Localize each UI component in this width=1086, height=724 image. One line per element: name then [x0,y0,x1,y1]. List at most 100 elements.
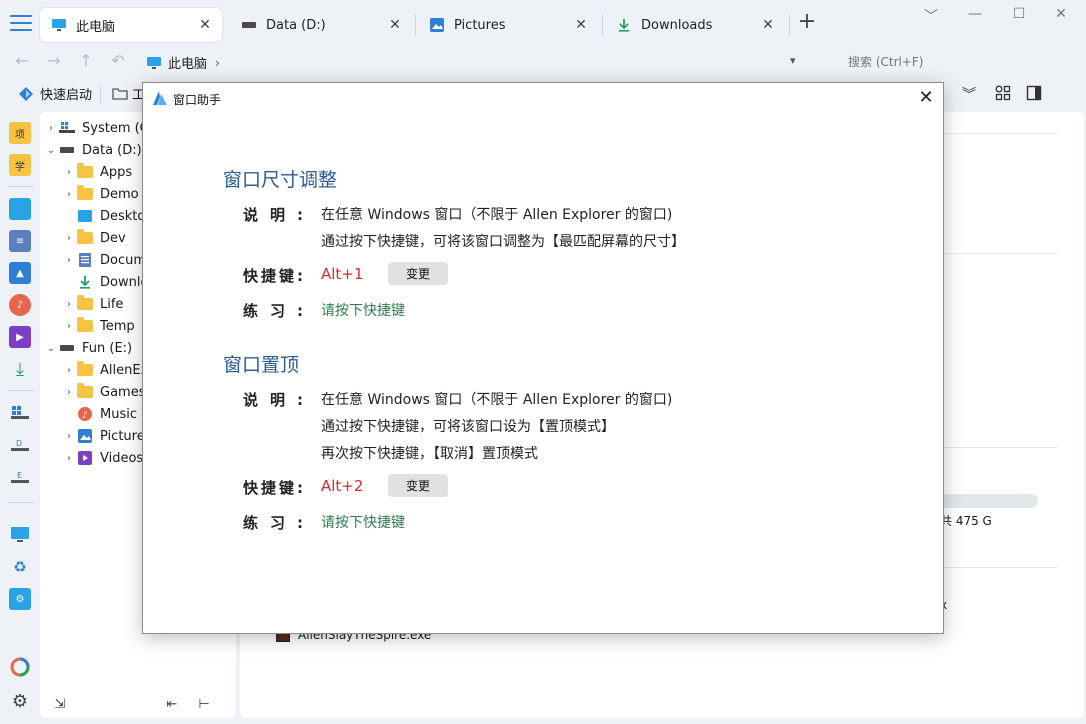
collapse-button[interactable]: ﹀ [916,6,946,28]
svg-text:D: D [16,439,22,448]
hotkey-value: Alt+1 [321,265,364,283]
close-window-button[interactable]: ✕ [1046,6,1076,28]
indent-icon[interactable]: ⇤ [162,695,182,713]
recycle-bin-icon[interactable]: ♻ [9,556,31,578]
close-icon[interactable]: ✕ [388,17,402,33]
app-logo-icon [153,91,167,105]
folder-icon [76,229,94,245]
toolbar-divider [100,86,101,104]
folder-icon [76,163,94,179]
disk-capacity-text: 共 475 G [940,514,992,528]
chevron-right-icon[interactable]: › [62,387,76,398]
hotkey-label: 快捷键: [243,267,303,285]
change-hotkey-button[interactable]: 变更 [388,474,448,497]
windows-drive-icon[interactable] [9,402,31,424]
forward-arrow-icon[interactable]: → [44,51,64,71]
quick-access-column: 项 学 ≡ ▲ ♪ ▶ ⤓ D E ♻ ⚙ ⚙ [0,112,40,724]
chevron-right-icon[interactable]: › [62,431,76,442]
row-divider [940,567,1058,568]
fun-drive-icon[interactable]: E [9,466,31,488]
pictures-icon [428,18,446,32]
tab-this-pc[interactable]: 此电脑 ✕ [40,8,222,42]
close-icon[interactable]: ✕ [574,17,588,33]
back-arrow-icon[interactable]: ← [12,51,32,71]
description-line: 在任意 Windows 窗口（不限于 Allen Explorer 的窗口) [321,392,673,408]
row-divider [940,133,1058,134]
chevron-right-icon[interactable]: › [62,299,76,310]
row-divider [940,253,1058,254]
quick-launch-label: 快速启动 [40,88,93,103]
tools-button[interactable]: 工 [112,84,145,103]
close-icon[interactable]: ✕ [915,87,937,109]
title-bar: 此电脑 ✕ Data (D:) ✕ Pictures ✕ Downloads ✕… [0,0,1086,46]
tree-item-label: Music [100,406,137,422]
folder-icon [76,295,94,311]
tab-divider [602,14,603,36]
chevron-down-icon[interactable]: ⌄ [44,145,58,156]
desktop-icon[interactable] [9,198,31,220]
tab-label: Data (D:) [266,17,326,33]
tab-divider [789,14,790,36]
videos-icon[interactable]: ▶ [9,326,31,348]
downloads-icon [615,18,633,32]
minimize-button[interactable]: — [960,6,990,28]
chevron-right-icon[interactable]: › [62,189,76,200]
new-tab-button[interactable]: + [796,11,818,34]
chevron-right-icon[interactable]: › [62,365,76,376]
project-icon[interactable]: 项 [9,122,31,144]
chevron-right-icon[interactable]: › [62,255,76,266]
search-input[interactable] [840,52,1080,72]
tree-item-label: Life [100,296,124,312]
desktop-icon [76,209,94,223]
settings-gear-icon[interactable]: ⚙ [9,690,31,712]
control-panel-icon[interactable]: ⚙ [9,588,31,610]
chevron-right-icon[interactable]: › [62,233,76,244]
close-icon[interactable]: ✕ [761,17,775,33]
chevron-right-icon[interactable]: › [62,453,76,464]
chevron-right-icon[interactable]: › [44,123,58,134]
hotkey-value: Alt+2 [321,477,364,495]
section-title-topmost: 窗口置顶 [223,354,300,376]
tree-item-label: Dev [100,230,126,246]
pictures-icon[interactable]: ▲ [9,262,31,284]
description-line: 再次按下快捷键，【取消】置顶模式 [321,446,538,462]
maximize-button[interactable]: ☐ [1004,6,1034,28]
data-drive-icon[interactable]: D [9,434,31,456]
download-icon[interactable]: ⤓ [9,358,31,380]
change-hotkey-button[interactable]: 变更 [388,262,448,285]
study-icon[interactable]: 学 [9,154,31,176]
tree-item-label: Deskto [100,208,146,224]
chevron-down-icon[interactable]: ⌄ [44,343,58,354]
chevron-down-icon[interactable]: ▾ [790,54,796,67]
description-label: 说明: [243,206,303,224]
tab-pictures[interactable]: Pictures ✕ [418,8,598,42]
expand-all-button[interactable]: ︾ [962,84,976,104]
menu-icon[interactable] [10,15,32,31]
tree-view-icon[interactable]: ⊢ [194,695,214,713]
tab-data-d[interactable]: Data (D:) ✕ [230,8,412,42]
dialog-title: 窗口助手 [173,93,222,107]
music-icon[interactable]: ♪ [9,294,31,316]
breadcrumb[interactable]: 此电脑 › [146,53,220,72]
quick-launch-button[interactable]: 快速启动 [18,84,92,103]
undo-icon[interactable]: ↶ [108,51,128,71]
practice-prompt[interactable]: 请按下快捷键 [321,512,405,532]
chevron-right-icon[interactable]: › [62,167,76,178]
app-logo-icon[interactable] [9,656,31,678]
description-line: 通过按下快捷键，可将该窗口调整为【最匹配屏幕的尺寸】 [321,234,685,250]
practice-prompt[interactable]: 请按下快捷键 [321,300,405,320]
up-arrow-icon[interactable]: ↑ [76,51,96,71]
preview-pane-icon[interactable] [1024,84,1044,102]
chevron-right-icon[interactable]: › [62,321,76,332]
collapse-tree-icon[interactable]: ⇲ [50,695,70,713]
view-options-icon[interactable] [993,84,1013,102]
close-icon[interactable]: ✕ [198,17,212,33]
disk-usage-bar [940,494,1038,508]
column-divider [8,186,34,187]
tab-downloads[interactable]: Downloads ✕ [605,8,785,42]
tree-item-label: Fun (E:) [82,340,133,356]
document-icon[interactable]: ≡ [9,230,31,252]
tree-item-label: Temp [100,318,135,334]
tab-label: 此电脑 [76,19,116,35]
computer-icon[interactable] [9,524,31,546]
